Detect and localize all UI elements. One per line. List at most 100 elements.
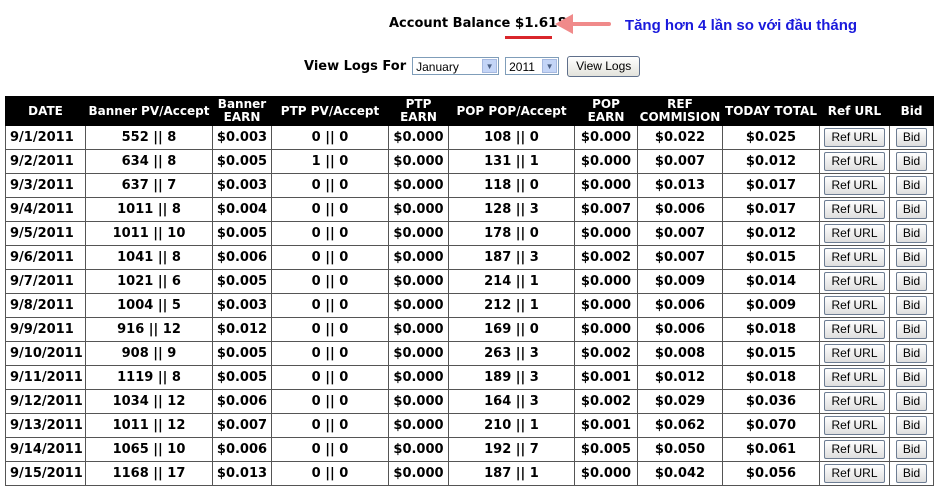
bid-button[interactable]: Bid <box>895 464 928 483</box>
ref-url-button[interactable]: Ref URL <box>824 440 885 459</box>
cell-pop-earn: $0.000 <box>574 173 638 198</box>
cell-date: 9/15/2011 <box>5 461 86 486</box>
cell-banner-pv: 908 || 9 <box>85 341 213 366</box>
bid-button[interactable]: Bid <box>895 320 928 339</box>
table-header-row: DATE Banner PV/Accept Banner EARN PTP PV… <box>5 96 934 126</box>
month-select-value: January <box>416 60 459 74</box>
cell-today-total: $0.070 <box>722 413 820 438</box>
cell-banner-pv: 552 || 8 <box>85 125 213 150</box>
bid-button[interactable]: Bid <box>895 440 928 459</box>
cell-ref-url: Ref URL <box>819 341 890 366</box>
cell-pop-earn: $0.000 <box>574 221 638 246</box>
ref-url-button[interactable]: Ref URL <box>824 272 885 291</box>
chevron-down-icon: ▼ <box>542 59 558 73</box>
header-ptp-earn: PTP EARN <box>388 96 449 126</box>
cell-pop-pv: 178 || 0 <box>448 221 575 246</box>
cell-bid: Bid <box>889 173 934 198</box>
ref-url-button[interactable]: Ref URL <box>824 392 885 411</box>
ref-url-button[interactable]: Ref URL <box>824 224 885 243</box>
cell-banner-earn: $0.005 <box>212 149 272 174</box>
cell-ptp-earn: $0.000 <box>388 293 449 318</box>
cell-ref-commision: $0.006 <box>637 197 723 222</box>
table-row: 9/1/2011 552 || 8 $0.003 0 || 0 $0.000 108 ||… <box>5 125 934 150</box>
ref-url-button[interactable]: Ref URL <box>824 200 885 219</box>
highlight-underline <box>505 36 552 39</box>
table-row: 9/15/2011 1168 || 17 $0.013 0 || 0 $0.000 187… <box>5 461 934 486</box>
cell-ref-commision: $0.029 <box>637 389 723 414</box>
cell-ref-commision: $0.006 <box>637 317 723 342</box>
cell-banner-pv: 1021 || 6 <box>85 269 213 294</box>
cell-ref-url: Ref URL <box>819 365 890 390</box>
bid-button[interactable]: Bid <box>895 392 928 411</box>
cell-pop-pv: 263 || 3 <box>448 341 575 366</box>
cell-ref-commision: $0.013 <box>637 173 723 198</box>
bid-button[interactable]: Bid <box>895 344 928 363</box>
cell-today-total: $0.012 <box>722 221 820 246</box>
cell-today-total: $0.018 <box>722 317 820 342</box>
cell-pop-pv: 131 || 1 <box>448 149 575 174</box>
cell-ptp-earn: $0.000 <box>388 269 449 294</box>
ref-url-button[interactable]: Ref URL <box>824 176 885 195</box>
table-row: 9/2/2011 634 || 8 $0.005 1 || 0 $0.000 131 ||… <box>5 149 934 174</box>
table-row: 9/5/2011 1011 || 10 $0.005 0 || 0 $0.000 178 … <box>5 221 934 246</box>
cell-pop-earn: $0.000 <box>574 149 638 174</box>
bid-button[interactable]: Bid <box>895 200 928 219</box>
bid-button[interactable]: Bid <box>895 128 928 147</box>
cell-ref-commision: $0.006 <box>637 293 723 318</box>
cell-pop-earn: $0.001 <box>574 413 638 438</box>
cell-today-total: $0.017 <box>722 197 820 222</box>
cell-date: 9/7/2011 <box>5 269 86 294</box>
cell-banner-earn: $0.005 <box>212 221 272 246</box>
cell-pop-earn: $0.000 <box>574 269 638 294</box>
annotation-note: Tăng hơn 4 lần so với đầu tháng <box>624 17 858 34</box>
cell-bid: Bid <box>889 197 934 222</box>
cell-banner-pv: 634 || 8 <box>85 149 213 174</box>
bid-button[interactable]: Bid <box>895 176 928 195</box>
cell-ref-url: Ref URL <box>819 269 890 294</box>
cell-ref-url: Ref URL <box>819 245 890 270</box>
ref-url-button[interactable]: Ref URL <box>824 368 885 387</box>
ref-url-button[interactable]: Ref URL <box>824 152 885 171</box>
ref-url-button[interactable]: Ref URL <box>824 320 885 339</box>
cell-banner-earn: $0.005 <box>212 269 272 294</box>
cell-ptp-earn: $0.000 <box>388 461 449 486</box>
cell-pop-earn: $0.000 <box>574 293 638 318</box>
year-select[interactable]: 2011 ▼ <box>505 57 560 75</box>
ref-url-button[interactable]: Ref URL <box>824 344 885 363</box>
cell-ptp-earn: $0.000 <box>388 341 449 366</box>
table-row: 9/9/2011 916 || 12 $0.012 0 || 0 $0.000 169 |… <box>5 317 934 342</box>
bid-button[interactable]: Bid <box>895 416 928 435</box>
cell-pop-pv: 128 || 3 <box>448 197 575 222</box>
cell-ptp-pv: 0 || 0 <box>271 197 389 222</box>
bid-button[interactable]: Bid <box>895 248 928 267</box>
ref-url-button[interactable]: Ref URL <box>824 128 885 147</box>
ref-url-button[interactable]: Ref URL <box>824 416 885 435</box>
cell-banner-earn: $0.006 <box>212 245 272 270</box>
header-pop-pv: POP POP/Accept <box>448 96 575 126</box>
bid-button[interactable]: Bid <box>895 296 928 315</box>
bid-button[interactable]: Bid <box>895 368 928 387</box>
cell-ref-url: Ref URL <box>819 317 890 342</box>
bid-button[interactable]: Bid <box>895 272 928 291</box>
cell-ref-url: Ref URL <box>819 461 890 486</box>
cell-date: 9/10/2011 <box>5 341 86 366</box>
cell-bid: Bid <box>889 149 934 174</box>
cell-ptp-pv: 0 || 0 <box>271 125 389 150</box>
cell-date: 9/5/2011 <box>5 221 86 246</box>
view-logs-button[interactable]: View Logs <box>567 55 641 77</box>
ref-url-button[interactable]: Ref URL <box>824 296 885 315</box>
cell-bid: Bid <box>889 341 934 366</box>
bid-button[interactable]: Bid <box>895 152 928 171</box>
header-ref-commision: REF COMMISION <box>637 96 723 126</box>
month-select[interactable]: January ▼ <box>412 57 500 75</box>
cell-date: 9/8/2011 <box>5 293 86 318</box>
cell-today-total: $0.056 <box>722 461 820 486</box>
cell-pop-pv: 118 || 0 <box>448 173 575 198</box>
ref-url-button[interactable]: Ref URL <box>824 248 885 267</box>
cell-ref-commision: $0.062 <box>637 413 723 438</box>
bid-button[interactable]: Bid <box>895 224 928 243</box>
cell-ref-url: Ref URL <box>819 437 890 462</box>
ref-url-button[interactable]: Ref URL <box>824 464 885 483</box>
cell-ptp-earn: $0.000 <box>388 221 449 246</box>
cell-ref-url: Ref URL <box>819 221 890 246</box>
